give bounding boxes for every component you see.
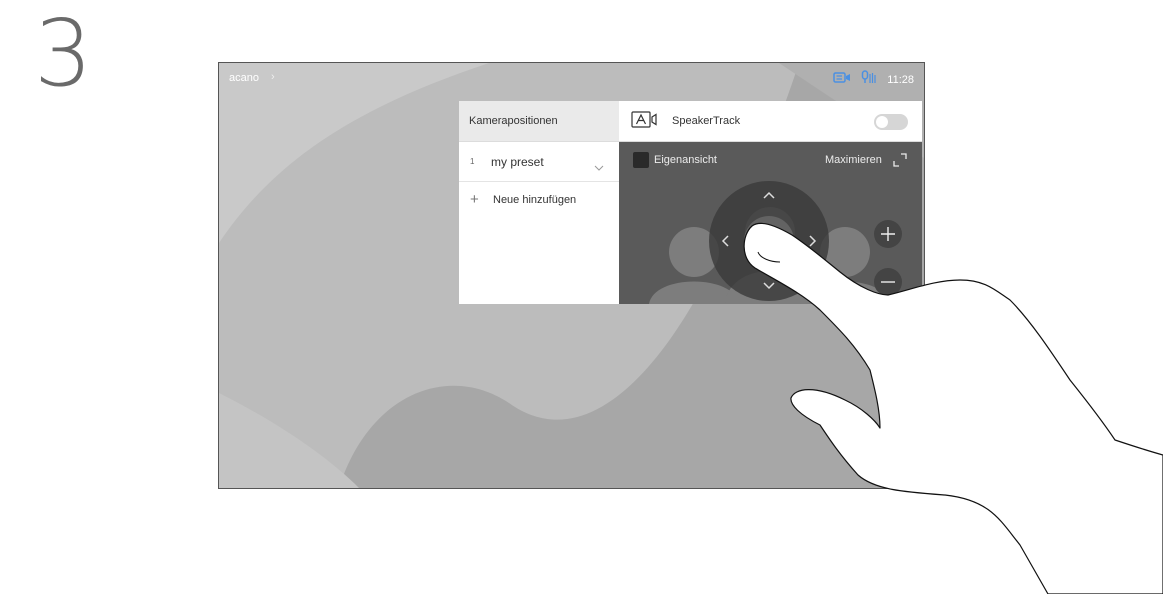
hand-gesture-illustration bbox=[743, 222, 1163, 594]
